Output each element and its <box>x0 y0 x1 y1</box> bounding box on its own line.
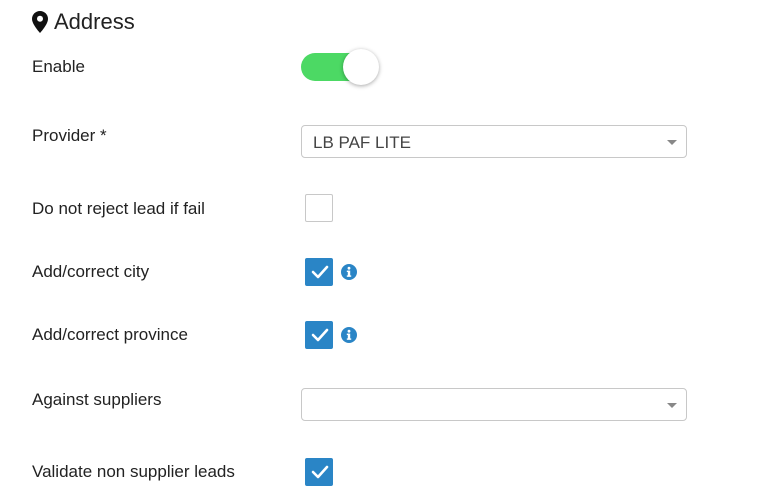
against-suppliers-select[interactable] <box>301 388 687 421</box>
section-title: Address <box>54 9 135 34</box>
map-pin-icon <box>32 11 48 33</box>
add-correct-city-label: Add/correct city <box>32 262 150 281</box>
enable-label: Enable <box>32 57 85 76</box>
info-icon[interactable] <box>341 327 357 343</box>
provider-label: Provider * <box>32 126 107 145</box>
against-suppliers-label: Against suppliers <box>32 390 162 409</box>
add-correct-city-checkbox[interactable] <box>305 258 333 286</box>
validate-non-supplier-label: Validate non supplier leads <box>32 462 235 481</box>
check-icon <box>311 465 329 479</box>
check-icon <box>311 328 329 342</box>
enable-toggle[interactable] <box>301 49 379 85</box>
add-correct-province-checkbox[interactable] <box>305 321 333 349</box>
provider-select[interactable]: LB PAF LITE <box>301 125 687 158</box>
provider-select-value: LB PAF LITE <box>313 133 411 152</box>
chevron-down-icon <box>667 403 677 408</box>
check-icon <box>311 265 329 279</box>
chevron-down-icon <box>667 140 677 145</box>
section-header: Address <box>32 9 135 35</box>
add-correct-province-label: Add/correct province <box>32 325 188 344</box>
do-not-reject-checkbox[interactable] <box>305 194 333 222</box>
validate-non-supplier-checkbox[interactable] <box>305 458 333 486</box>
do-not-reject-label: Do not reject lead if fail <box>32 199 205 218</box>
info-icon[interactable] <box>341 264 357 280</box>
toggle-knob[interactable] <box>343 49 379 85</box>
